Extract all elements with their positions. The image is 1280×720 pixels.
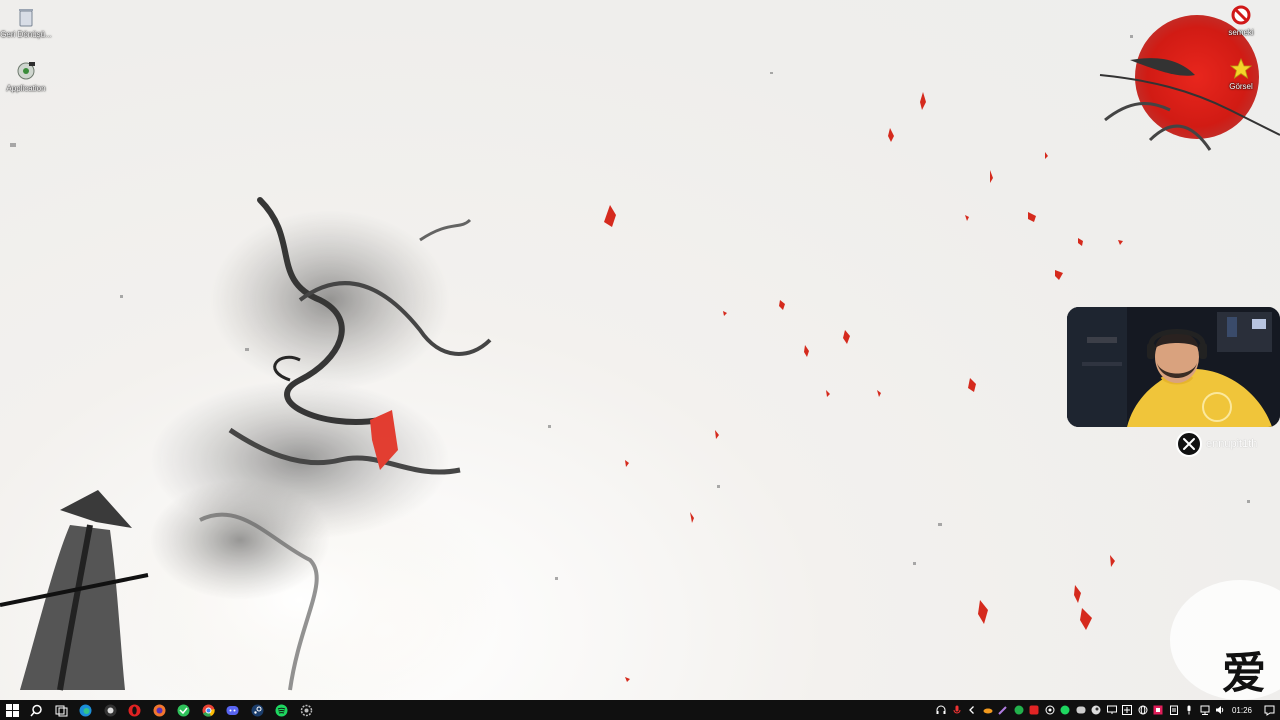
desktop-icon-gorsel[interactable]: Görsel (1215, 58, 1267, 91)
system-tray: 01:26 (933, 700, 1280, 720)
taskbar-app-settings[interactable] (294, 700, 319, 720)
tray-whatsapp[interactable] (1042, 700, 1058, 720)
taskbar-app-opera[interactable] (123, 700, 148, 720)
tray-red-app[interactable] (1026, 700, 1042, 720)
mic-tray-icon (1187, 705, 1191, 715)
whatsapp-icon (1045, 705, 1055, 715)
tray-red-badge[interactable] (1150, 700, 1166, 720)
discord-tray-icon (1076, 706, 1086, 714)
edge-icon (79, 704, 92, 716)
kanji-watermark: 爱 (1222, 648, 1266, 699)
tray-pen[interactable] (995, 700, 1011, 720)
network-icon (1200, 705, 1210, 715)
red-leaves (604, 92, 1123, 682)
windows-start-icon (5, 703, 19, 717)
search-icon (30, 704, 42, 716)
social-handle-text: ennupit1th (1206, 438, 1258, 450)
spotify-green-icon (177, 704, 190, 716)
start-button[interactable] (0, 700, 25, 720)
tray-mic[interactable] (1181, 700, 1197, 720)
desktop-icon-label: Görsel (1229, 82, 1253, 91)
red-app-icon (1029, 705, 1039, 715)
tray-green-app[interactable] (1011, 700, 1027, 720)
tray-globe[interactable] (1135, 700, 1151, 720)
tray-clipboard[interactable] (1166, 700, 1182, 720)
desktop-icon-semeki[interactable]: semeki (1215, 4, 1267, 37)
desktop-icon-label: Geri Dönüşü... (0, 30, 52, 39)
tray-headset[interactable] (933, 700, 949, 720)
taskbar: 01:26 (0, 700, 1280, 720)
taskbar-clock[interactable]: 01:26 (1228, 706, 1258, 715)
green-app-icon (1014, 705, 1024, 715)
taskbar-app-spotify[interactable] (270, 700, 295, 720)
taskbar-app-discord[interactable] (221, 700, 246, 720)
taskbar-app-green[interactable] (172, 700, 197, 720)
taskbar-app-chrome[interactable] (196, 700, 221, 720)
tray-steam[interactable] (1088, 700, 1104, 720)
desktop-icon-label: Application (6, 84, 46, 93)
tray-microphone[interactable] (949, 700, 965, 720)
taskbar-app-obs[interactable] (98, 700, 123, 720)
tray-chevron[interactable] (964, 700, 980, 720)
notification-center-button[interactable] (1258, 700, 1280, 720)
star-icon (1230, 58, 1252, 79)
obs-icon (104, 704, 117, 716)
taskbar-app-firefox[interactable] (147, 700, 172, 720)
tray-network[interactable] (1197, 700, 1213, 720)
desktop-icon-application[interactable]: Application (0, 60, 52, 93)
search-button[interactable] (25, 700, 50, 720)
tray-display[interactable] (1104, 700, 1120, 720)
opera-icon (128, 704, 141, 716)
application-icon (17, 62, 35, 80)
notification-icon (1264, 705, 1274, 716)
desktop-icon-label: semeki (1228, 28, 1254, 37)
pen-icon (998, 706, 1007, 715)
task-view-icon (55, 705, 68, 716)
cloud-icon (983, 708, 993, 714)
desktop-wallpaper: Geri Dönüşü... Application semeki Görsel… (0, 0, 1280, 700)
tray-spotify[interactable] (1057, 700, 1073, 720)
no-entry-icon (1231, 5, 1251, 25)
x-logo-icon (1176, 431, 1202, 457)
display-icon (1106, 705, 1117, 714)
tray-discord[interactable] (1073, 700, 1089, 720)
taskbar-app-steam[interactable] (245, 700, 270, 720)
headset-icon (936, 705, 946, 714)
task-view-button[interactable] (49, 700, 74, 720)
social-handle: ennupit1th (1176, 430, 1257, 458)
taskbar-app-edge[interactable] (74, 700, 99, 720)
settings-icon (300, 704, 312, 716)
webcam-feed (1067, 307, 1280, 427)
spotify-icon (275, 704, 288, 716)
red-badge-icon (1153, 705, 1163, 715)
globe-icon (1138, 705, 1148, 715)
tray-cloud[interactable] (980, 700, 996, 720)
webcam-overlay (1067, 307, 1280, 427)
tray-volume[interactable] (1212, 700, 1228, 720)
chevron-icon (969, 706, 975, 714)
spotify-tray-icon (1060, 705, 1070, 715)
recycle-bin-icon (19, 9, 33, 27)
game-icon (1122, 705, 1133, 715)
microphone-icon (953, 705, 961, 714)
volume-icon (1216, 706, 1224, 714)
clipboard-icon (1169, 705, 1178, 715)
steam-tray-icon (1091, 705, 1101, 715)
firefox-icon (153, 704, 166, 716)
desktop-icon-recycle-bin[interactable]: Geri Dönüşü... (0, 6, 52, 39)
discord-icon (226, 705, 239, 715)
chrome-icon (202, 704, 215, 717)
tray-game[interactable] (1119, 700, 1135, 720)
steam-icon (251, 704, 264, 716)
